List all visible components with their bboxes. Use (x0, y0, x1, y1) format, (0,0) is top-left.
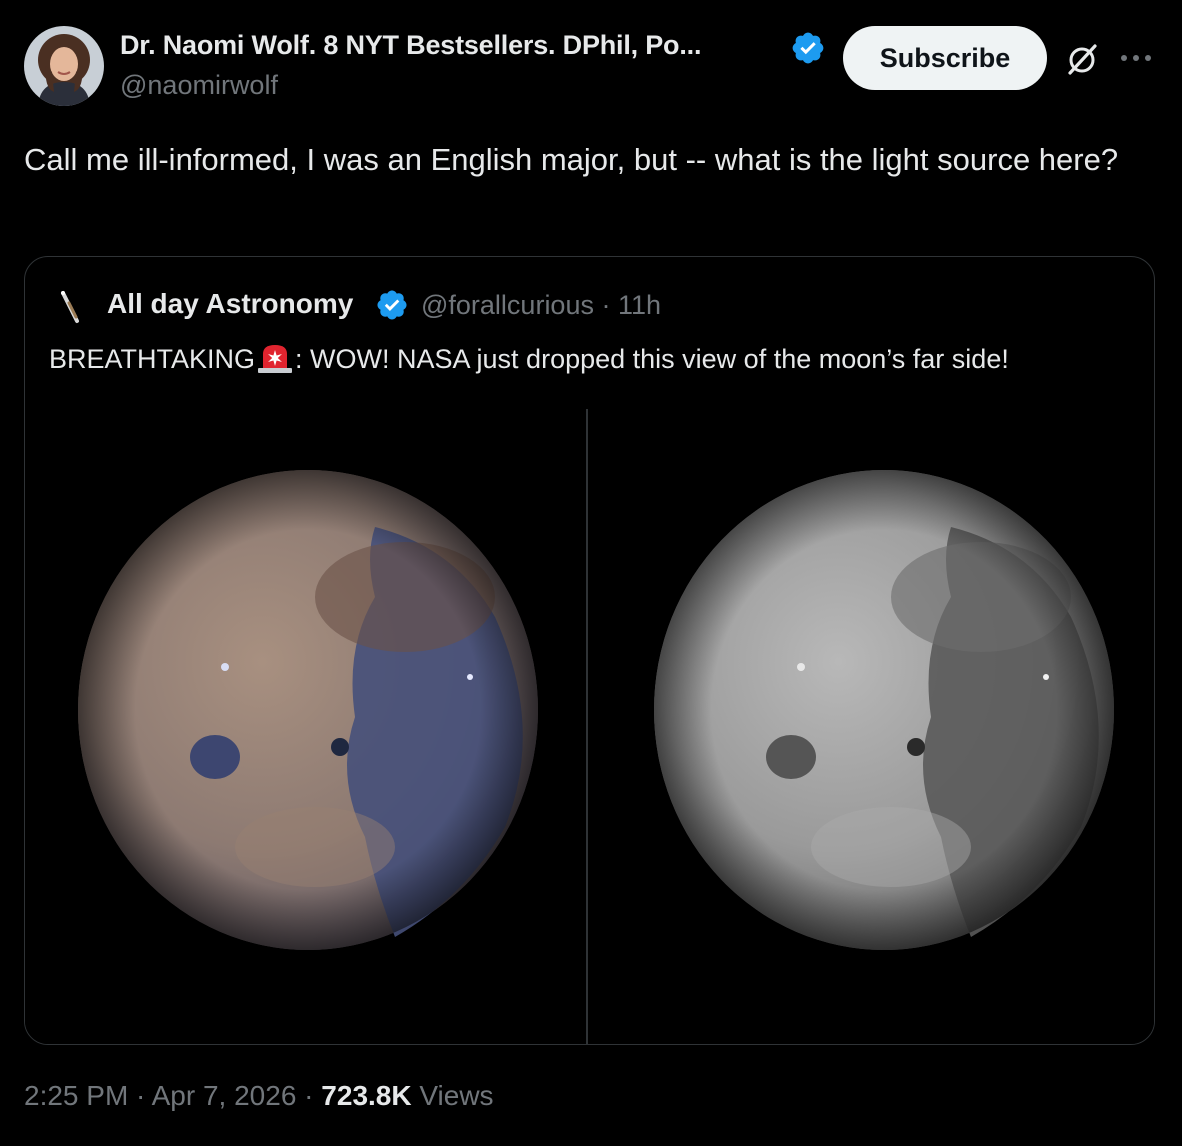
ellipsis-icon (1121, 55, 1151, 61)
post-date[interactable]: Apr 7, 2026 (152, 1080, 297, 1111)
quote-timestamp[interactable]: 11h (618, 290, 661, 320)
author-handle[interactable]: @naomirwolf (120, 70, 278, 101)
footer-separator: · (296, 1080, 322, 1111)
tweet-footer: 2:25 PM · Apr 7, 2026 · 723.8K Views (24, 1080, 494, 1112)
quote-meta: @forallcurious · 11h (421, 290, 661, 321)
quote-verified-badge-icon (377, 290, 407, 320)
quote-author-handle[interactable]: @forallcurious (421, 290, 594, 320)
quote-media[interactable] (25, 409, 1154, 1044)
views-count[interactable]: 723.8K (321, 1080, 411, 1111)
footer-separator: · (128, 1080, 152, 1111)
author-display-name[interactable]: Dr. Naomi Wolf. 8 NYT Bestsellers. DPhil… (120, 30, 701, 61)
post-time[interactable]: 2:25 PM (24, 1080, 128, 1111)
subscribe-button[interactable]: Subscribe (843, 26, 1047, 90)
media-divider (586, 409, 588, 1044)
meta-separator: · (593, 290, 618, 320)
moon-color-image[interactable] (75, 467, 541, 953)
moon-grayscale-image[interactable] (651, 467, 1117, 953)
more-options-icon[interactable] (1116, 38, 1156, 78)
quote-text-before: BREATHTAKING (49, 344, 256, 374)
avatar-image (24, 26, 104, 106)
rotating-light-emoji-icon (258, 345, 293, 373)
views-label: Views (411, 1080, 494, 1111)
avatar[interactable] (24, 26, 104, 106)
quote-text: BREATHTAKING : WOW! NASA just dropped th… (49, 339, 1139, 379)
verified-badge-icon[interactable] (790, 30, 826, 66)
quoted-tweet-card[interactable]: All day Astronomy @forallcurious · 11h B… (24, 256, 1155, 1045)
quote-author-name[interactable]: All day Astronomy (107, 288, 353, 320)
grok-icon[interactable] (1062, 40, 1102, 80)
tweet-text: Call me ill-informed, I was an English m… (24, 142, 1119, 177)
quote-text-after: : WOW! NASA just dropped this view of th… (295, 344, 1009, 374)
quote-avatar[interactable] (49, 287, 89, 327)
